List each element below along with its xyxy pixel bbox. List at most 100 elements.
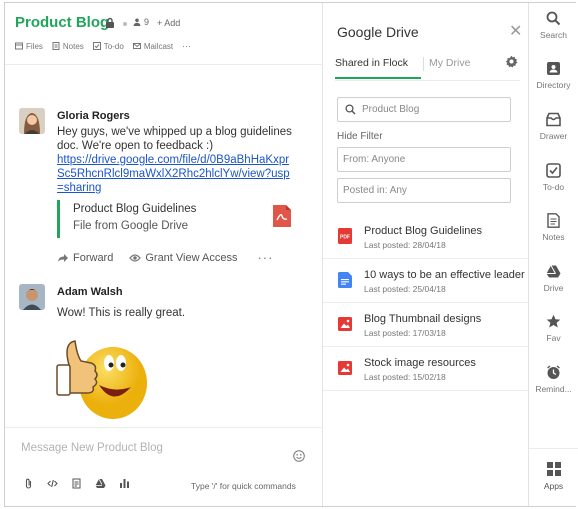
- rail-label: Apps: [543, 481, 564, 491]
- file-date: Last posted: 17/03/18: [364, 328, 446, 338]
- channel-header: Product Blog 9 + Add Files Notes To-do M…: [5, 3, 323, 65]
- author-name[interactable]: Adam Walsh: [57, 286, 123, 298]
- thumbs-up-sticker: [56, 340, 147, 419]
- from-filter-input[interactable]: From: Anyone: [337, 147, 511, 172]
- directory-icon: [547, 62, 560, 75]
- mailcast-icon: [132, 43, 141, 49]
- forward-label: Forward: [73, 251, 114, 264]
- rail-item-todo[interactable]: To-do: [529, 163, 578, 192]
- lock-icon: [106, 17, 114, 28]
- author-name[interactable]: Gloria Rogers: [57, 110, 130, 122]
- message-input[interactable]: Message New Product Blog: [21, 442, 163, 454]
- files-icon: [15, 42, 23, 50]
- rail-item-search[interactable]: Search: [529, 11, 578, 40]
- composer-toolbar: [23, 478, 130, 489]
- emoji-icon[interactable]: [293, 450, 305, 462]
- list-item[interactable]: PDF Product Blog Guidelines Last posted:…: [323, 215, 528, 259]
- notes-icon: [52, 42, 60, 50]
- subnav-files[interactable]: Files: [15, 41, 43, 51]
- gear-icon[interactable]: [505, 55, 518, 68]
- image-file-icon: [338, 317, 352, 331]
- file-date: Last posted: 25/04/18: [364, 284, 446, 294]
- file-date: Last posted: 28/04/18: [364, 240, 446, 250]
- file-name: Blog Thumbnail designs: [364, 313, 482, 325]
- note-icon[interactable]: [71, 478, 82, 489]
- more-actions-button[interactable]: ···: [257, 250, 273, 265]
- rail-label: Notes: [542, 232, 565, 242]
- member-count[interactable]: 9: [133, 17, 149, 27]
- subnav-more-button[interactable]: ···: [182, 41, 191, 51]
- avatar-gloria: [19, 108, 45, 134]
- rail-item-directory[interactable]: Directory: [529, 61, 578, 90]
- rail-item-notes[interactable]: Notes: [529, 213, 578, 242]
- attachment-subtitle: File from Google Drive: [73, 220, 189, 232]
- rail-item-reminders[interactable]: Remind...: [529, 365, 578, 394]
- chat-pane: Product Blog 9 + Add Files Notes To-do M…: [5, 3, 323, 506]
- code-snippet-icon[interactable]: [47, 478, 58, 489]
- person-icon: [133, 18, 141, 26]
- avatar[interactable]: [19, 108, 45, 134]
- message-link[interactable]: https://drive.google.com/file/d/0B9aBhHa…: [57, 153, 293, 195]
- separator-dot: [123, 22, 127, 26]
- message-composer: Message New Product Blog Type '/' for qu…: [5, 427, 323, 506]
- avatar[interactable]: [19, 284, 45, 310]
- grant-view-access-button[interactable]: Grant View Access: [129, 252, 237, 264]
- subnav-todo[interactable]: To-do: [92, 41, 124, 51]
- attachment-card[interactable]: Product Blog Guidelines File from Google…: [57, 200, 295, 238]
- drive-tabs: Shared in Flock My Drive: [335, 55, 520, 81]
- rail-item-drawer[interactable]: Drawer: [529, 112, 578, 141]
- rail-item-drive[interactable]: Drive: [529, 264, 578, 293]
- subnav-notes-label: Notes: [62, 41, 84, 51]
- svg-text:PDF: PDF: [340, 235, 350, 241]
- drive-search-input[interactable]: Product Blog: [337, 97, 511, 122]
- file-date: Last posted: 15/02/18: [364, 372, 446, 382]
- avatar-adam: [19, 284, 45, 310]
- posted-in-filter-input[interactable]: Posted in: Any: [337, 178, 511, 203]
- rail-label: Drive: [543, 283, 564, 293]
- attachment-title: Product Blog Guidelines: [73, 203, 197, 215]
- pdf-icon: PDF: [338, 228, 352, 244]
- eye-icon: [129, 253, 142, 262]
- pdf-file-icon: [273, 205, 291, 227]
- close-icon[interactable]: ✕: [509, 21, 522, 41]
- subnav-mailcast-label: Mailcast: [143, 41, 174, 51]
- poll-icon[interactable]: [119, 478, 130, 489]
- google-drive-icon[interactable]: [95, 478, 106, 489]
- todo-icon: [546, 163, 561, 178]
- rail-label: To-do: [542, 182, 565, 192]
- subnav-todo-label: To-do: [103, 41, 124, 51]
- member-count-label: 9: [144, 17, 150, 27]
- apps-icon: [546, 462, 561, 476]
- rail-label: Directory: [536, 80, 571, 90]
- list-item[interactable]: 10 ways to be an effective leader Last p…: [323, 259, 528, 303]
- forward-icon: [58, 253, 68, 262]
- google-doc-icon: [338, 272, 352, 288]
- channel-title[interactable]: Product Blog: [15, 14, 109, 31]
- drawer-icon: [546, 112, 561, 127]
- attachment-icon[interactable]: [23, 478, 34, 489]
- tab-shared-in-flock[interactable]: Shared in Flock: [335, 57, 421, 79]
- search-input-value: Product Blog: [362, 104, 420, 115]
- add-member-link[interactable]: + Add: [157, 18, 180, 28]
- tab-my-drive[interactable]: My Drive: [429, 57, 470, 77]
- rail-label: Fav: [546, 333, 561, 343]
- hide-filter-link[interactable]: Hide Filter: [337, 131, 383, 142]
- channel-subnav: Files Notes To-do Mailcast ···: [15, 41, 191, 51]
- image-file-icon: [338, 361, 352, 375]
- forward-button[interactable]: Forward: [57, 252, 113, 264]
- star-icon: [546, 314, 561, 328]
- subnav-notes[interactable]: Notes: [52, 41, 84, 51]
- grant-view-access-label: Grant View Access: [145, 251, 238, 264]
- drive-icon: [546, 265, 561, 278]
- search-icon: [546, 11, 561, 26]
- app-rail: Search Directory Drawer To-do Notes Driv…: [528, 3, 578, 506]
- list-item[interactable]: Stock image resources Last posted: 15/02…: [323, 347, 528, 391]
- subnav-mailcast[interactable]: Mailcast: [132, 41, 174, 51]
- rail-item-apps[interactable]: Apps: [529, 448, 578, 506]
- panel-title: Google Drive: [337, 24, 419, 40]
- file-name: 10 ways to be an effective leader: [364, 269, 525, 281]
- rail-item-fav[interactable]: Fav: [529, 314, 578, 343]
- rail-label: Search: [540, 30, 567, 40]
- list-item[interactable]: Blog Thumbnail designs Last posted: 17/0…: [323, 303, 528, 347]
- message-text: Hey guys, we've whipped up a blog guidel…: [57, 126, 292, 152]
